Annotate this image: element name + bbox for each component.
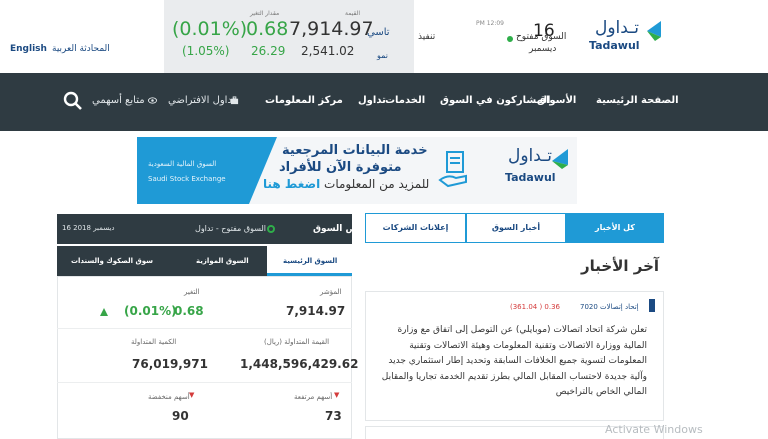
change-header: مقدار التغير <box>250 10 280 17</box>
english-link[interactable]: English <box>10 44 47 54</box>
index-value: 7,914.97 <box>286 304 346 318</box>
nomu-link[interactable]: نمو <box>377 51 388 60</box>
banner-subtitle: متوفرة الآن للأفراد <box>279 160 402 175</box>
tasi-change-pct: (0.01%) <box>172 18 248 40</box>
banner-sse-english: Saudi Stock Exchange <box>148 175 226 183</box>
date-day: 16 <box>533 21 555 41</box>
traded-volume-label: الكمية المتداولة <box>131 338 177 346</box>
value-header: القيمة <box>345 10 361 17</box>
tasi-value: 7,914.97 <box>289 18 374 40</box>
index-label: المؤشر <box>320 288 342 296</box>
summary-divider <box>57 382 352 383</box>
news-company-link[interactable]: 7020 إتحاد إتصالات <box>580 303 639 311</box>
market-open-dot-icon <box>507 36 513 42</box>
nav-markets[interactable]: الأسواق <box>537 95 576 106</box>
date-month: ديسمبر <box>529 44 557 54</box>
news-body: تعلن شركة اتحاد اتصالات (موبايلي) عن الت… <box>381 325 647 397</box>
nav-my-stocks[interactable]: متابع أسهمي <box>92 95 145 106</box>
tab-all-news[interactable]: كل الأخبار <box>566 213 664 243</box>
market-time: PM 12:09 <box>476 20 504 27</box>
advancing-value: 73 <box>325 409 342 423</box>
banner-cta[interactable]: للمزيد من المعلومات اضغط هنا <box>263 177 429 191</box>
execution-status: تنفيذ <box>418 32 436 42</box>
banner-cta-text: للمزيد من المعلومات <box>320 177 430 191</box>
banner-cta-link[interactable]: اضغط هنا <box>263 177 320 191</box>
traded-volume: 76,019,971 <box>132 357 208 371</box>
tab-parallel-market[interactable]: السوق الموازية <box>196 257 249 265</box>
summary-divider <box>57 328 352 329</box>
tab-market-news[interactable]: أخبار السوق <box>466 213 566 243</box>
nav-tadawul[interactable]: تداول <box>358 95 386 106</box>
nomu-value: 2,541.02 <box>301 44 355 58</box>
nav-market-participants[interactable]: المشاركون في السوق <box>440 95 550 106</box>
search-icon[interactable] <box>63 91 83 111</box>
advancing-label: أسهم مرتفعة <box>294 393 333 401</box>
change-value: 0.68 <box>174 304 204 318</box>
activate-windows-watermark: Activate Windows <box>605 423 703 436</box>
tab-company-announcements[interactable]: إعلانات الشركات <box>365 213 466 243</box>
news-marker-icon <box>649 299 655 312</box>
banner-logo-arabic: تـداول <box>508 146 552 166</box>
nav-home[interactable]: الصفحة الرئيسية <box>596 95 679 106</box>
red-arrow-icon: ▼ <box>334 391 340 399</box>
tasi-change: 0.68 <box>246 18 289 40</box>
declining-value: 90 <box>172 409 189 423</box>
tasi-link[interactable]: تاسي <box>367 27 390 38</box>
tab-main-market[interactable]: السوق الرئيسية <box>283 257 337 265</box>
eye-icon <box>148 97 157 104</box>
declining-label: أسهم منخفضة <box>148 393 190 401</box>
logo-english: Tadawul <box>589 39 640 52</box>
arabic-chat-link[interactable]: المحادثة العربية <box>52 44 110 54</box>
tab-sukuk-bonds[interactable]: سوق الصكوك والسندات <box>71 257 153 265</box>
change-pct: (0.01%) <box>124 304 177 318</box>
traded-value: 1,448,596,429.62 <box>240 357 359 371</box>
nomu-change-pct: (1.05%) <box>182 44 230 58</box>
news-price: (361.04 ) 0.36 <box>510 303 560 311</box>
change-label: التغير <box>184 288 200 296</box>
nav-virtual-trading[interactable]: تداول الافتراضي <box>168 95 236 106</box>
latest-news-title: آخر الأخبار <box>581 257 660 275</box>
market-open-icon <box>267 225 275 233</box>
traded-value-label: القيمة المتداولة (ريال) <box>264 338 330 346</box>
nomu-change: 26.29 <box>251 44 286 58</box>
banner-logo-english: Tadawul <box>505 171 556 184</box>
banner-sse-arabic: السوق المالية السعودية <box>148 160 217 168</box>
nav-info-center[interactable]: مركز المعلومات <box>265 95 343 106</box>
data-hand-icon <box>438 151 467 188</box>
nav-services[interactable]: الخدمات <box>385 95 425 106</box>
up-arrow-icon <box>100 308 108 316</box>
logo-arabic: تـداول <box>595 18 639 38</box>
market-summary-state: السوق مفتوح - تداول <box>195 224 267 233</box>
market-summary-date: 16 ديسمبر 2018 <box>62 224 115 232</box>
banner-title: خدمة البيانات المرجعية <box>282 143 428 158</box>
